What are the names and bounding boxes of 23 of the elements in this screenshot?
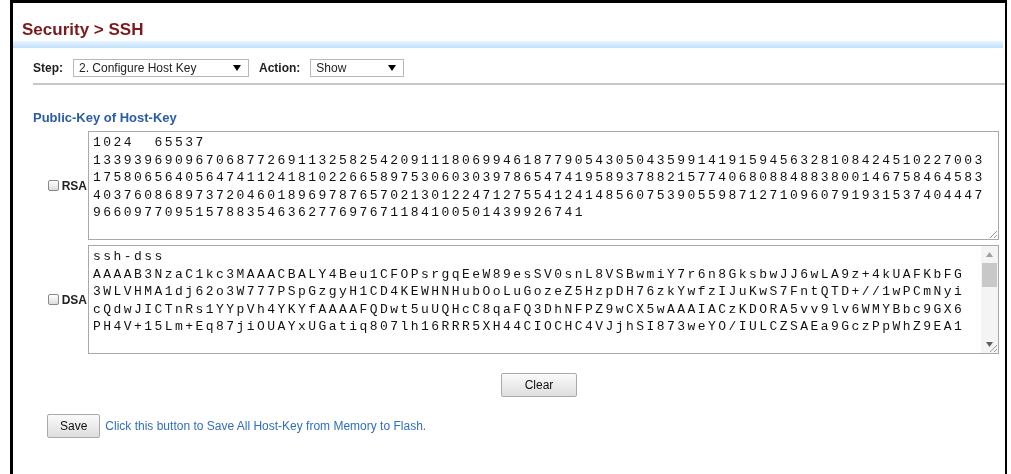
- step-dropdown[interactable]: 2. Configure Host Key: [73, 59, 249, 77]
- action-dropdown[interactable]: Show: [310, 59, 405, 77]
- step-label: Step:: [33, 61, 63, 75]
- scrollbar[interactable]: [981, 246, 998, 353]
- checkbox[interactable]: [47, 180, 59, 191]
- resize-grip-icon[interactable]: [989, 230, 997, 238]
- key-type-label: RSA: [61, 178, 87, 193]
- key-text-area[interactable]: 1024 65537 133939690967068772691132582542091118069946187790543050435991419159456328108424510227003 175806564056474112418102266589753060303978654741958937882157740680884883800146758464583 403760868973720460189697876570213012247127554124148560753905598712710960791931537404447 966097709515788354636277697671184100501439926741: [88, 131, 999, 240]
- action-label: Action:: [259, 61, 301, 75]
- save-button[interactable]: Save: [47, 414, 101, 438]
- page-title: Security > SSH: [21, 19, 145, 41]
- dropdown-arrow-icon: [233, 65, 241, 71]
- clear-button[interactable]: Clear: [501, 373, 577, 397]
- checkbox[interactable]: [47, 294, 59, 305]
- save-hint-text: Click this button to Save All Host-Key from Memory to Flash.: [105, 419, 427, 433]
- key-type-label: DSA: [61, 292, 87, 307]
- section-title: Public-Key of Host-Key: [33, 110, 178, 125]
- key-text-area[interactable]: ssh-dss AAAAB3NzaC1kc3MAAACBALY4Beu1CFOPsrgqEeW89esSV0snL8VSBwmiY7r6n8GksbwJJ6wLA9z+4kUAFKbFG 3WLVHMA1dj62o3W777PSpGzgyH1CD4KEWHNHubOoLuGozeZ5HzpDH76zkYwfzIJuKwS7FntQTD+//1wPCmNyi cQdwJICTnRs1YYpVh4YKYfAAAAFQDwt5uUQHcC8qaFQ3DhNFPZ9wCX5wAAAIACzKDORA5vv9lv6WMYBbc9GX6 PH4V+15Lm+Eq87jiOUAYxUGatiq807lh16RRR5XH44CIOCHC4VJjhSI873weYO/IULCZSAEa9GczPpWhZ9EA1: [88, 245, 999, 354]
- resize-grip-icon[interactable]: [989, 344, 997, 352]
- dropdown-arrow-icon: [388, 65, 397, 71]
- scroll-down-arrow-icon[interactable]: [986, 342, 993, 347]
- scroll-up-arrow-icon[interactable]: [986, 252, 993, 257]
- scrollbar-thumb[interactable]: [982, 263, 997, 287]
